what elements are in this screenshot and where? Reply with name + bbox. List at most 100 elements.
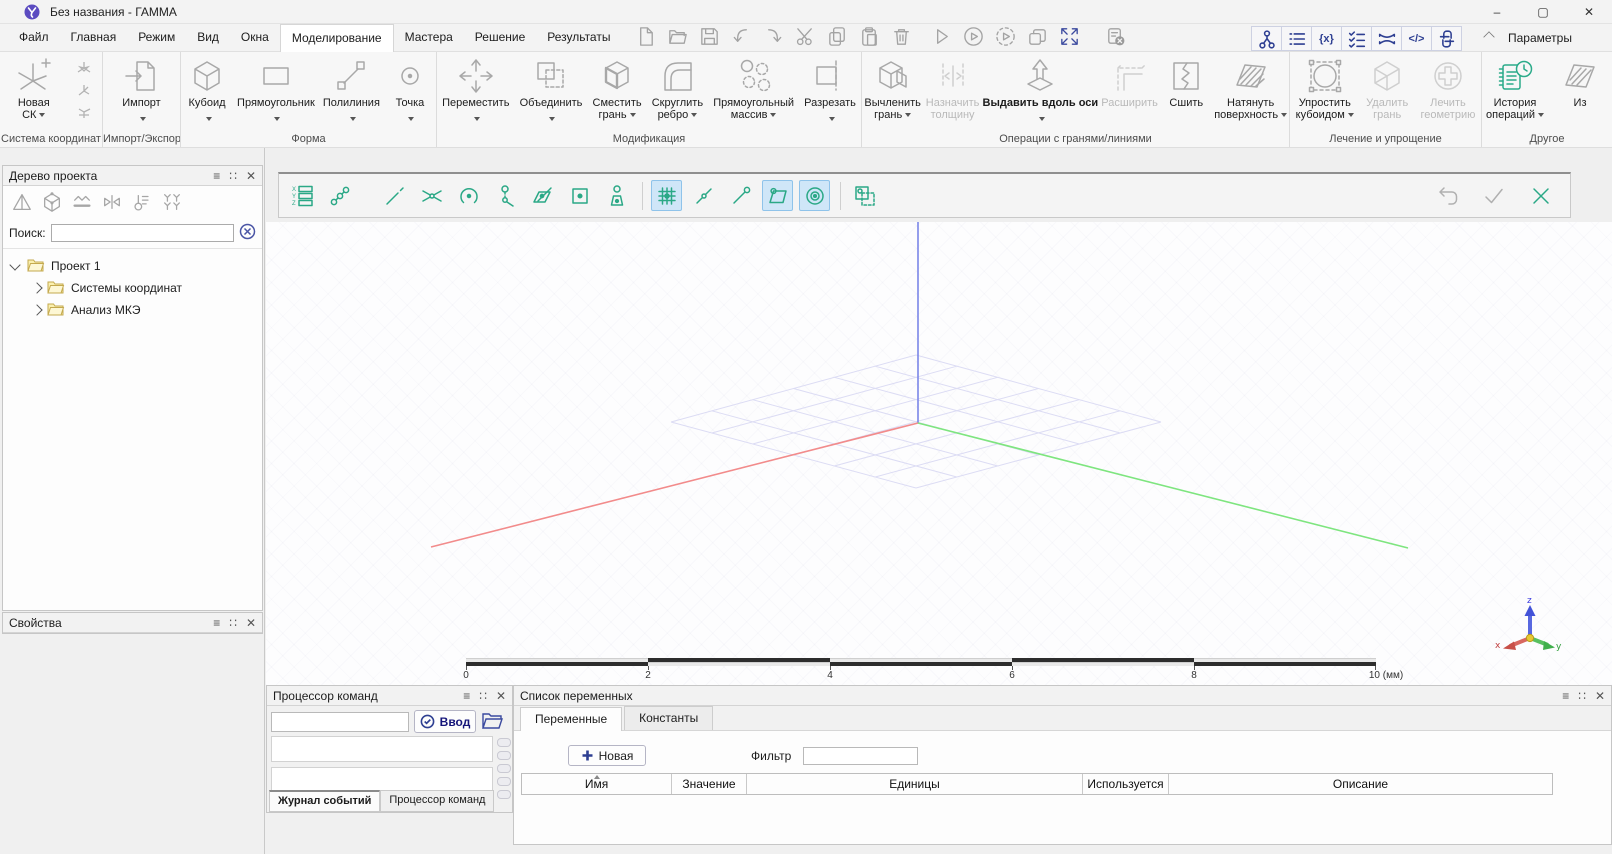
point-on-curve-tool[interactable]: [490, 180, 521, 211]
save-icon[interactable]: [698, 25, 721, 51]
delete-icon[interactable]: [890, 25, 913, 51]
snapshot-button[interactable]: [497, 751, 511, 760]
tree-item-fem-analysis[interactable]: Анализ МКЭ: [5, 299, 260, 321]
arc-center-tool[interactable]: [453, 180, 484, 211]
menu-mode[interactable]: Режим: [127, 24, 186, 52]
menu-wizards[interactable]: Мастера: [394, 24, 464, 52]
new-file-icon[interactable]: [634, 25, 657, 51]
column-header-used[interactable]: Используется: [1083, 774, 1169, 794]
enter-button[interactable]: Ввод: [414, 710, 476, 733]
panel-close-icon[interactable]: ✕: [246, 170, 256, 182]
paste-icon[interactable]: [858, 25, 881, 51]
minimize-button[interactable]: –: [1474, 0, 1520, 24]
open-file-icon[interactable]: [666, 25, 689, 51]
clear-search-icon[interactable]: [239, 223, 256, 243]
viewport-canvas[interactable]: z x y 0 2 4 6 8 10 (мм): [266, 222, 1612, 685]
variables-icon[interactable]: {x}: [1311, 26, 1342, 51]
import-button[interactable]: Импорт: [116, 55, 168, 125]
dropdown-caret[interactable]: [630, 113, 636, 117]
dropdown-caret[interactable]: [1538, 113, 1544, 117]
panel-dock-icon[interactable]: ∷: [229, 170, 237, 182]
command-input[interactable]: [271, 712, 409, 732]
dropdown-caret[interactable]: [770, 113, 776, 117]
dropdown-caret[interactable]: [39, 113, 45, 117]
section-box-tool[interactable]: [849, 180, 880, 211]
point-in-region-tool[interactable]: [564, 180, 595, 211]
menu-modeling[interactable]: Моделирование: [280, 24, 394, 52]
fullscreen-icon[interactable]: [1058, 25, 1081, 51]
panel-dock-icon[interactable]: ∷: [1578, 690, 1586, 702]
copy-icon[interactable]: [826, 25, 849, 51]
chevron-right-icon[interactable]: [31, 282, 42, 293]
mesh-pyramid-icon[interactable]: [11, 191, 33, 216]
redo-icon[interactable]: [762, 25, 785, 51]
offset-face-button[interactable]: Сместитьгрань: [589, 55, 646, 121]
polyline-button[interactable]: Полилиния: [319, 55, 384, 125]
clipped-ribbon-button[interactable]: Из: [1556, 55, 1604, 109]
tab-variables[interactable]: Переменные: [520, 707, 622, 731]
snapshot-button[interactable]: [497, 738, 511, 747]
filter-input[interactable]: [803, 747, 918, 765]
panel-close-icon[interactable]: ✕: [1595, 690, 1605, 702]
tab-command-processor[interactable]: Процессор команд: [380, 790, 494, 812]
run-circle-icon[interactable]: [962, 25, 985, 51]
column-header-description[interactable]: Описание: [1169, 774, 1552, 794]
menu-results[interactable]: Результаты: [536, 24, 621, 52]
viewport-3d[interactable]: z x y 0 2 4 6 8 10 (мм) XYZ: [266, 148, 1612, 685]
column-header-name[interactable]: Имя: [522, 774, 672, 794]
operation-history-button[interactable]: Историяопераций: [1482, 55, 1548, 121]
run-icon[interactable]: [930, 25, 953, 51]
move-button[interactable]: Переместить: [438, 55, 513, 125]
dropdown-caret[interactable]: [408, 117, 414, 121]
dropdown-caret[interactable]: [691, 113, 697, 117]
menu-solution[interactable]: Решение: [464, 24, 536, 52]
dropdown-caret[interactable]: [1039, 117, 1045, 121]
panel-menu-icon[interactable]: ≡: [1562, 690, 1569, 702]
clamp-icon[interactable]: [101, 191, 123, 216]
collapse-ribbon-icon[interactable]: [1483, 31, 1494, 42]
menu-view[interactable]: Вид: [186, 24, 230, 52]
run-dashed-icon[interactable]: [994, 25, 1017, 51]
dropdown-caret[interactable]: [474, 117, 480, 121]
mesh-cube-icon[interactable]: [41, 191, 63, 216]
cs-variant-1-icon[interactable]: [75, 59, 94, 81]
duplicate-icon[interactable]: [1026, 25, 1049, 51]
tab-constants[interactable]: Константы: [624, 706, 713, 730]
column-header-units[interactable]: Единицы: [747, 774, 1083, 794]
panel-close-icon[interactable]: ✕: [246, 617, 256, 629]
snapshot-button[interactable]: [497, 777, 511, 786]
dropdown-caret[interactable]: [350, 117, 356, 121]
fillet-edge-button[interactable]: Скруглитьребро: [648, 55, 707, 121]
tree-item-project[interactable]: Проект 1: [5, 255, 260, 277]
panel-close-icon[interactable]: ✕: [496, 690, 506, 702]
node-tree-icon[interactable]: [1251, 26, 1282, 51]
unite-button[interactable]: Объединить: [516, 55, 587, 125]
panel-menu-icon[interactable]: ≡: [463, 690, 470, 702]
snap-to-face-toggle[interactable]: [762, 180, 793, 211]
search-input[interactable]: [51, 224, 234, 242]
chevron-down-icon[interactable]: [9, 259, 20, 270]
rect-array-button[interactable]: Прямоугольныймассив: [709, 55, 798, 121]
mass-point-tool[interactable]: [601, 180, 632, 211]
intersection-point-tool[interactable]: [416, 180, 447, 211]
grid-snap-toggle[interactable]: [651, 180, 682, 211]
cancel-button[interactable]: [1525, 180, 1556, 211]
close-document-icon[interactable]: [1104, 25, 1127, 51]
snap-to-point-toggle[interactable]: [725, 180, 756, 211]
wave-check-icon[interactable]: [71, 191, 93, 216]
stitch-button[interactable]: Сшить: [1160, 55, 1212, 109]
dropdown-caret[interactable]: [549, 117, 555, 121]
cut-icon[interactable]: [794, 25, 817, 51]
close-button[interactable]: ✕: [1566, 0, 1612, 24]
panel-menu-icon[interactable]: ≡: [213, 617, 220, 629]
new-cs-button[interactable]: НоваяСК: [8, 55, 60, 121]
dropdown-caret[interactable]: [1281, 113, 1287, 117]
thermometer-icon[interactable]: [131, 191, 153, 216]
cs-variant-3-icon[interactable]: [75, 103, 94, 125]
extrude-along-axis-button[interactable]: Выдавить вдоль оси: [982, 55, 1099, 125]
command-history-area[interactable]: [271, 736, 493, 762]
confirm-button[interactable]: [1478, 180, 1509, 211]
cuboid-button[interactable]: Кубоид: [181, 55, 233, 125]
line-tool[interactable]: [379, 180, 410, 211]
undo-icon[interactable]: [730, 25, 753, 51]
